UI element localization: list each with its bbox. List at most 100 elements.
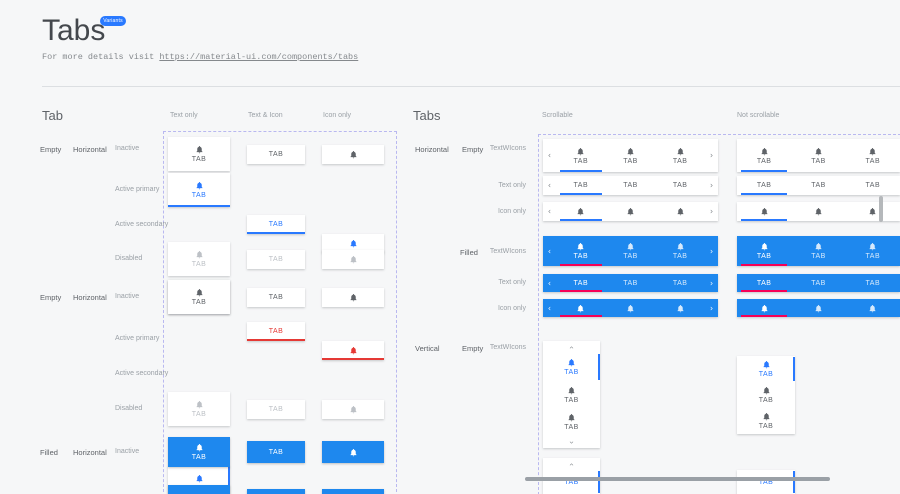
chevron-right-icon[interactable] [705,139,718,172]
tabs-bar-scrollable: TAB TAB TAB [543,139,718,172]
tab-item[interactable]: TAB [846,139,900,172]
tab-sample[interactable] [322,288,384,307]
right-variant-label: TextWIcons [478,248,526,255]
right-section-title: Tabs [413,108,440,123]
tab-item[interactable]: TAB [543,381,600,409]
tab-sample[interactable]: TAB [168,242,230,276]
tab-sample[interactable] [322,250,384,269]
tab-item[interactable]: TAB [737,408,795,434]
tab-item-active[interactable]: TAB [737,274,791,292]
chevron-right-icon[interactable] [705,299,718,317]
tab-sample-filled[interactable] [322,441,384,463]
left-state-label: Inactive [115,293,139,300]
left-group-label: Filled [40,448,58,457]
horizontal-scrollbar[interactable] [525,477,830,481]
chevron-right-icon[interactable] [705,202,718,221]
tab-item[interactable] [655,299,705,317]
tab-item[interactable]: TAB [606,274,656,292]
tab-item[interactable]: TAB [846,176,900,195]
tab-item[interactable] [846,202,900,221]
chevron-left-icon[interactable] [543,236,556,266]
tab-item-active[interactable]: TAB [543,353,600,381]
tab-item[interactable] [606,202,656,221]
chevron-down-icon[interactable] [543,436,600,448]
tab-sample[interactable]: TAB [168,173,230,207]
tab-sample[interactable]: TAB [247,215,305,234]
tab-item[interactable]: TAB [846,274,900,292]
tab-item[interactable]: TAB [791,236,845,266]
bell-icon [760,304,769,313]
tab-item-active[interactable]: TAB [556,236,606,266]
tab-item-active[interactable]: TAB [556,274,606,292]
tab-label: TAB [673,280,688,287]
chevron-left-icon[interactable] [543,176,556,195]
tab-item[interactable]: TAB [791,274,845,292]
tab-item-active[interactable]: TAB [543,470,600,494]
tabs-bar-filled-scrollable: TAB TAB TAB [543,236,718,266]
tab-sample-filled[interactable] [322,489,384,494]
docs-link[interactable]: https://material-ui.com/components/tabs [159,52,358,62]
tab-item-active[interactable]: TAB [556,176,606,195]
bell-icon [676,242,685,251]
vertical-tabs-scrollable: TAB [543,458,600,494]
tab-sample-filled[interactable] [247,489,305,494]
tab-item-active[interactable]: TAB [737,176,791,195]
tab-sample[interactable]: TAB [247,322,305,341]
tab-item-active[interactable] [556,202,606,221]
right-orientation-label: Vertical [415,344,440,353]
tab-item-active[interactable]: TAB [737,470,795,494]
tab-item[interactable] [846,299,900,317]
tab-item[interactable]: TAB [791,139,845,172]
tab-item-active[interactable]: TAB [737,236,791,266]
chevron-right-icon[interactable] [705,236,718,266]
chevron-up-icon[interactable] [543,458,600,470]
chevron-up-icon[interactable] [543,341,600,353]
tab-sample[interactable] [322,341,384,360]
tab-sample[interactable] [322,145,384,164]
tab-label: TAB [759,397,774,404]
vertical-scrollbar[interactable] [879,196,883,222]
tab-sample[interactable]: TAB [168,392,230,426]
tab-item-active[interactable] [737,299,791,317]
tab-item[interactable]: TAB [791,176,845,195]
tab-item[interactable]: TAB [543,408,600,436]
tab-item[interactable]: TAB [655,274,705,292]
tab-item-active[interactable]: TAB [556,139,606,172]
tab-item[interactable] [791,299,845,317]
tab-item[interactable]: TAB [737,382,795,408]
tab-item[interactable]: TAB [655,139,705,172]
tab-sample[interactable]: TAB [168,137,230,171]
tab-item-active[interactable]: TAB [737,356,795,382]
tab-sample[interactable]: TAB [247,400,305,419]
tab-item-active[interactable] [556,299,606,317]
tab-sample[interactable]: TAB [247,288,305,307]
chevron-left-icon[interactable] [543,274,556,292]
chevron-left-icon[interactable] [543,202,556,221]
tab-item[interactable] [606,299,656,317]
tab-item-active[interactable] [737,202,791,221]
tab-item[interactable]: TAB [606,236,656,266]
tab-label: TAB [269,221,284,228]
tab-item-active[interactable]: TAB [737,139,791,172]
tab-item[interactable] [791,202,845,221]
tab-sample[interactable]: TAB [247,145,305,164]
tab-sample[interactable]: TAB [247,250,305,269]
chevron-right-icon[interactable] [705,176,718,195]
tab-sample[interactable]: TAB [168,280,230,314]
tab-label: TAB [564,369,579,376]
tab-item[interactable]: TAB [655,236,705,266]
header-divider [42,86,900,87]
tab-sample[interactable] [322,400,384,419]
tab-sample-filled[interactable]: TAB [168,437,230,467]
tab-sample-filled[interactable]: TAB [247,441,305,463]
tab-item[interactable] [655,202,705,221]
chevron-left-icon[interactable] [543,299,556,317]
tab-item[interactable]: TAB [606,139,656,172]
tab-item[interactable]: TAB [655,176,705,195]
tab-sample-filled[interactable] [168,485,230,494]
tab-item[interactable]: TAB [606,176,656,195]
tabs-bar-not-scrollable [737,202,900,221]
chevron-left-icon[interactable] [543,139,556,172]
tab-item[interactable]: TAB [846,236,900,266]
chevron-right-icon[interactable] [705,274,718,292]
